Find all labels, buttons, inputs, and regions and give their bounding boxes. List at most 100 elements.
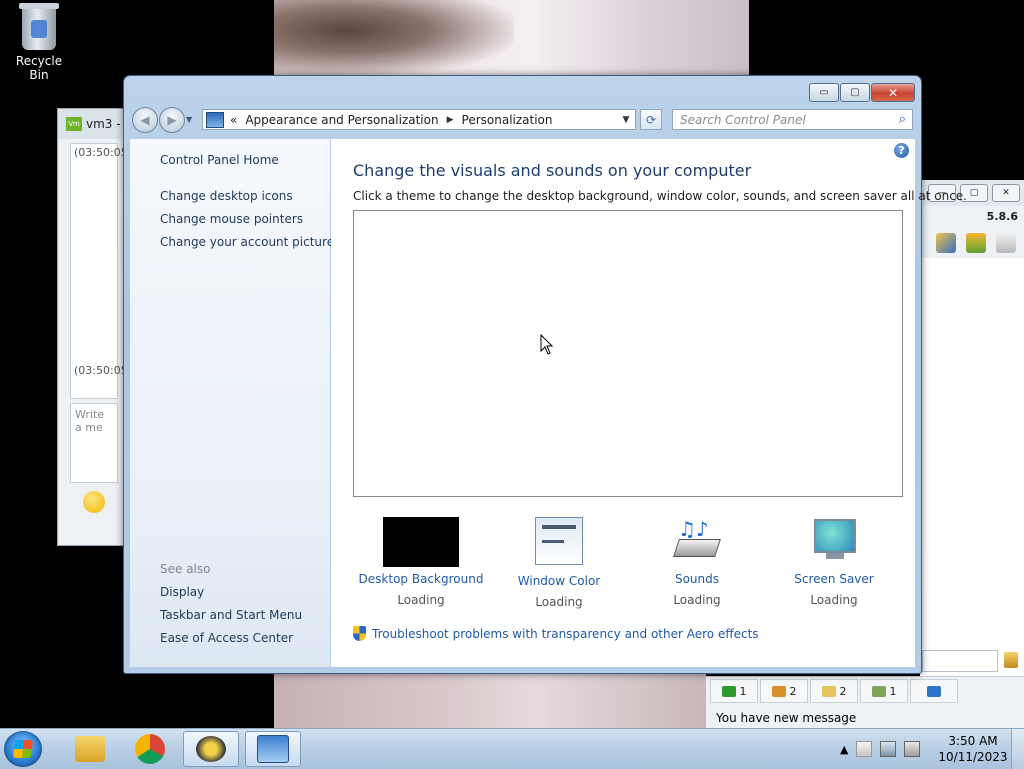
control-panel-icon: [257, 735, 289, 763]
show-hidden-icons-button[interactable]: ▲: [840, 743, 848, 756]
option-status: Loading: [673, 593, 721, 607]
maximize-button[interactable]: ▢: [840, 83, 870, 102]
forward-arrow-icon: ▶: [167, 113, 177, 127]
caption-buttons: ▭ ▢ ✕: [808, 83, 915, 102]
sounds-option[interactable]: ♫♪ Sounds Loading: [627, 517, 767, 607]
screen-saver-option[interactable]: Screen Saver Loading: [764, 517, 904, 607]
search-input[interactable]: Search Control Panel ⌕: [672, 109, 913, 130]
show-desktop-button[interactable]: [1011, 729, 1024, 769]
option-label[interactable]: Window Color: [489, 574, 629, 588]
help-icon[interactable]: ?: [894, 143, 909, 158]
status-tab[interactable]: 2: [810, 679, 858, 703]
uac-shield-icon: [353, 626, 366, 641]
log-line: (03:50:05: [74, 146, 128, 159]
tools-icon[interactable]: [936, 233, 956, 253]
file-explorer-icon: [75, 736, 105, 762]
vm-app-icon: Vm: [66, 117, 82, 131]
option-status: Loading: [397, 593, 445, 607]
desktop-background-icon: [383, 517, 459, 567]
flag-icon: [927, 685, 941, 697]
clear-icon[interactable]: [1004, 652, 1018, 668]
taskbar-clock[interactable]: 3:50 AM 10/11/2023: [938, 733, 1008, 765]
taskbar-bee-app[interactable]: [183, 731, 239, 767]
change-desktop-icons-link[interactable]: Change desktop icons: [160, 189, 293, 203]
navigation-bar: ◀ ▶ ▼ « Appearance and Personalization ▶…: [130, 107, 915, 133]
new-message-notice[interactable]: You have new message: [706, 703, 1024, 725]
users-icon: [871, 685, 886, 697]
taskbar-explorer[interactable]: [62, 731, 118, 767]
breadcrumb-personalization[interactable]: Personalization: [462, 113, 553, 127]
status-tab[interactable]: [910, 679, 958, 703]
ease-of-access-link[interactable]: Ease of Access Center: [160, 631, 293, 645]
log-line: (03:50:05: [74, 364, 128, 377]
upload-icon[interactable]: [966, 233, 986, 253]
control-panel-home-link[interactable]: Control Panel Home: [160, 153, 279, 167]
breadcrumb-chevron-icon[interactable]: ▶: [447, 115, 454, 125]
control-panel-window[interactable]: ▭ ▢ ✕ ◀ ▶ ▼ « Appearance and Personaliza…: [123, 75, 967, 674]
volume-muted-icon[interactable]: [904, 741, 921, 757]
close-button[interactable]: ✕: [992, 184, 1020, 202]
recycle-bin-shortcut[interactable]: Recycle Bin: [6, 3, 72, 82]
network-icon[interactable]: [880, 741, 897, 757]
option-status: Loading: [810, 593, 858, 607]
wallpaper-photo-bottom: [274, 672, 706, 730]
taskbar: ▲ 3:50 AM 10/11/2023: [0, 728, 1024, 769]
system-tray: ▲: [840, 729, 921, 769]
trash-icon[interactable]: [996, 233, 1016, 253]
address-bar[interactable]: « Appearance and Personalization ▶ Perso…: [202, 109, 636, 130]
green-monitor-icon: [721, 685, 736, 697]
clock-date: 10/11/2023: [938, 750, 1008, 764]
search-icon[interactable]: ⌕: [899, 112, 906, 127]
search-placeholder: Search Control Panel: [680, 112, 806, 127]
back-arrow-icon: ◀: [140, 113, 150, 127]
recycle-bin-label: Recycle Bin: [15, 54, 63, 82]
bee-app-icon: [196, 736, 226, 762]
chat-status-bar: 1 2 2 1 You have new message: [706, 676, 1024, 729]
back-button[interactable]: ◀: [132, 107, 158, 133]
close-button[interactable]: ✕: [871, 83, 915, 102]
vm3-message-input[interactable]: Write a me: [70, 403, 118, 483]
vm3-title: vm3 -: [86, 117, 121, 131]
status-tab[interactable]: 2: [760, 679, 808, 703]
status-tab[interactable]: 1: [860, 679, 908, 703]
task-pane: Control Panel Home Change desktop icons …: [130, 139, 334, 667]
refresh-button[interactable]: ⟳: [640, 109, 662, 130]
refresh-icon: ⟳: [645, 112, 657, 127]
change-account-picture-link[interactable]: Change your account picture: [160, 235, 334, 249]
see-also-heading: See also: [160, 562, 211, 576]
status-tab[interactable]: 1: [710, 679, 758, 703]
chevron-down-icon[interactable]: ▼: [617, 115, 635, 125]
taskbar-start-menu-link[interactable]: Taskbar and Start Menu: [160, 608, 302, 622]
troubleshoot-aero-link[interactable]: Troubleshoot problems with transparency …: [353, 626, 759, 641]
breadcrumb-appearance[interactable]: Appearance and Personalization: [245, 113, 438, 127]
clock-time: 3:50 AM: [948, 734, 998, 748]
taskbar-chrome[interactable]: [122, 731, 178, 767]
start-button[interactable]: [4, 731, 42, 767]
vm3-chat-window[interactable]: Vm vm3 - (03:50:05 (03:50:05 Write a me: [57, 108, 129, 546]
troubleshoot-label[interactable]: Troubleshoot problems with transparency …: [372, 627, 759, 641]
option-label[interactable]: Screen Saver: [764, 572, 904, 586]
desktop-background-option[interactable]: Desktop Background Loading: [351, 517, 491, 607]
wallpaper-photo-top: [274, 0, 749, 76]
change-mouse-pointers-link[interactable]: Change mouse pointers: [160, 212, 303, 226]
display-link[interactable]: Display: [160, 585, 204, 599]
personalization-content: ? Change the visuals and sounds on your …: [331, 139, 967, 667]
theme-list[interactable]: [353, 210, 903, 497]
control-panel-icon: [206, 111, 224, 128]
forward-button[interactable]: ▶: [159, 107, 185, 133]
breadcrumb-overflow[interactable]: «: [230, 113, 237, 127]
recycle-bin-icon: [19, 3, 59, 50]
vm3-title-bar[interactable]: Vm vm3 -: [58, 109, 128, 139]
screen-saver-icon: [812, 517, 856, 561]
option-label[interactable]: Desktop Background: [351, 572, 491, 586]
action-center-flag-icon[interactable]: [856, 741, 873, 757]
taskbar-control-panel[interactable]: [245, 731, 301, 767]
chat-app-window[interactable]: — ▢ ✕ 5.8.6: [920, 180, 1024, 728]
emoji-icon[interactable]: [83, 491, 105, 513]
minimize-button[interactable]: ▭: [809, 83, 839, 102]
option-label[interactable]: Sounds: [627, 572, 767, 586]
recent-pages-dropdown[interactable]: ▼: [186, 115, 192, 124]
window-color-option[interactable]: Window Color Loading: [489, 517, 629, 609]
chat-app-input[interactable]: [922, 650, 998, 672]
group-icon: [821, 685, 836, 697]
